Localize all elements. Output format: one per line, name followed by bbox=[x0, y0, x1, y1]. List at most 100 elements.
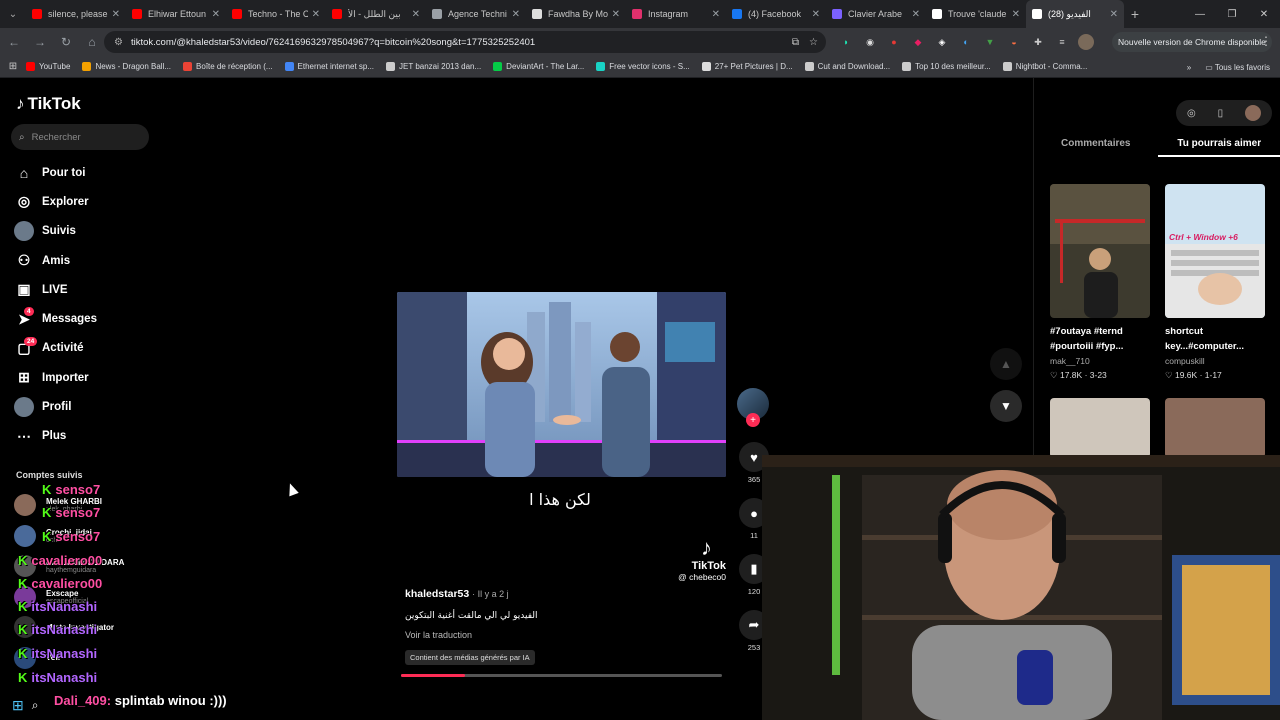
bookmark-star-icon[interactable]: ☆ bbox=[809, 37, 818, 48]
browser-tab[interactable]: Trouve 'claude ✕ bbox=[926, 0, 1026, 28]
follow-plus-icon[interactable]: + bbox=[746, 413, 760, 427]
tab-close-icon[interactable]: ✕ bbox=[612, 9, 620, 20]
bookmark-item[interactable]: YouTube bbox=[26, 62, 70, 71]
extension-icon[interactable]: ▼ bbox=[982, 34, 998, 50]
tab-close-icon[interactable]: ✕ bbox=[1012, 9, 1020, 20]
bookmark-item[interactable]: Boîte de réception (... bbox=[183, 62, 273, 71]
browser-tab[interactable]: Elhiwar Ettoun ✕ bbox=[126, 0, 226, 28]
sidebar-item-explorer[interactable]: ◎ Explorer bbox=[14, 187, 154, 216]
video-progress-bar[interactable] bbox=[401, 674, 722, 677]
creator-avatar[interactable]: + bbox=[737, 388, 769, 427]
sidebar-item-messages[interactable]: ➤ 4 Messages bbox=[14, 304, 154, 333]
suggested-thumbnail[interactable]: Ctrl + Window +6 bbox=[1165, 184, 1265, 318]
tab-close-icon[interactable]: ✕ bbox=[912, 9, 920, 20]
apps-grid-icon[interactable]: ⊞ bbox=[0, 61, 26, 72]
sidebar-item-importer[interactable]: ⊞ Importer bbox=[14, 363, 154, 392]
sidebar-item-suivis[interactable]: Suivis bbox=[14, 217, 154, 246]
search-input[interactable]: ⌕ Rechercher bbox=[11, 124, 149, 150]
video-player[interactable] bbox=[397, 292, 726, 477]
tab-close-icon[interactable]: ✕ bbox=[212, 9, 220, 20]
suggested-video[interactable]: Ctrl + Window +6 shortcut key...#compute… bbox=[1165, 184, 1265, 382]
media-icon[interactable]: ≡ bbox=[1054, 34, 1070, 50]
suggested-thumbnail[interactable] bbox=[1050, 398, 1150, 458]
video-author[interactable]: khaledstar53 · Il y a 2 j bbox=[405, 588, 509, 600]
browser-tab[interactable]: Agence Techni ✕ bbox=[426, 0, 526, 28]
extension-icon[interactable]: ● bbox=[886, 34, 902, 50]
next-video-button[interactable]: ▼ bbox=[990, 390, 1022, 422]
chrome-update-button[interactable]: Nouvelle version de Chrome disponible bbox=[1112, 32, 1272, 52]
browser-tab[interactable]: silence, please ✕ bbox=[26, 0, 126, 28]
menu-kebab-icon[interactable]: ⋮ bbox=[1260, 34, 1272, 48]
reload-icon[interactable]: ↻ bbox=[54, 30, 78, 54]
extension-icon[interactable]: ◒ bbox=[1006, 34, 1022, 50]
home-icon[interactable]: ⌂ bbox=[80, 30, 104, 54]
tab-comments[interactable]: Commentaires bbox=[1034, 136, 1158, 157]
browser-tab[interactable]: (28) الفيديو ✕ bbox=[1026, 0, 1124, 28]
browser-tab[interactable]: Fawdha By Mo ✕ bbox=[526, 0, 626, 28]
tab-close-icon[interactable]: ✕ bbox=[812, 9, 820, 20]
bookmark-item[interactable]: Free vector icons - S... bbox=[596, 62, 690, 71]
tiktok-logo[interactable]: ♪ TikTok bbox=[16, 94, 81, 114]
bookmark-item[interactable]: DeviantArt - The Lar... bbox=[493, 62, 584, 71]
bookmark-item[interactable]: Top 10 des meilleur... bbox=[902, 62, 991, 71]
tab-close-icon[interactable]: ✕ bbox=[412, 9, 420, 20]
tab-search-icon[interactable]: ⌄ bbox=[0, 0, 26, 28]
suggested-author[interactable]: mak__710 bbox=[1050, 354, 1150, 368]
bookmark-item[interactable]: Cut and Download... bbox=[804, 62, 890, 71]
taskbar-search-icon[interactable]: ⌕ bbox=[32, 698, 39, 713]
browser-tab[interactable]: Techno - The C ✕ bbox=[226, 0, 326, 28]
browser-tab[interactable]: Instagram ✕ bbox=[626, 0, 726, 28]
sidebar-item-live[interactable]: ▣ LIVE bbox=[14, 275, 154, 304]
tab-close-icon[interactable]: ✕ bbox=[312, 9, 320, 20]
bookmark-item[interactable]: Ethernet internet sp... bbox=[284, 62, 374, 71]
suggested-video[interactable]: #7outaya #ternd #pourtoiii #fyp... mak__… bbox=[1050, 184, 1150, 382]
bookmarks-overflow-icon[interactable]: » bbox=[1187, 63, 1191, 72]
all-bookmarks-button[interactable]: ▭ Tous les favoris bbox=[1205, 63, 1270, 72]
puzzle-icon[interactable]: ✚ bbox=[1030, 34, 1046, 50]
sidebar-item-plus[interactable]: ⋯ Plus bbox=[14, 422, 154, 451]
phone-icon[interactable]: ▯ bbox=[1218, 108, 1224, 119]
tab-suggested[interactable]: Tu pourrais aimer bbox=[1157, 136, 1280, 157]
tab-close-icon[interactable]: ✕ bbox=[512, 9, 520, 20]
windows-start-icon[interactable]: ⊞ bbox=[12, 697, 24, 714]
author-name[interactable]: khaledstar53 bbox=[405, 588, 469, 600]
close-window-icon[interactable]: ✕ bbox=[1248, 0, 1280, 28]
extension-icon[interactable]: ◐ bbox=[958, 34, 974, 50]
profile-avatar-icon[interactable] bbox=[1078, 34, 1094, 50]
compass-icon[interactable]: ◎ bbox=[1187, 108, 1196, 119]
forward-icon[interactable]: → bbox=[28, 30, 52, 54]
suggested-video[interactable] bbox=[1165, 398, 1265, 458]
user-avatar-icon[interactable] bbox=[1245, 105, 1262, 121]
bookmark-item[interactable]: News - Dragon Ball... bbox=[82, 62, 171, 71]
suggested-thumbnail[interactable] bbox=[1165, 398, 1265, 458]
tab-close-icon[interactable]: ✕ bbox=[1110, 9, 1118, 20]
install-app-icon[interactable]: ⧉ bbox=[792, 37, 799, 48]
bookmark-item[interactable]: JET banzai 2013 dan... bbox=[386, 62, 481, 71]
site-info-icon[interactable]: ⚙ bbox=[114, 37, 123, 48]
sidebar-item-profil[interactable]: Profil bbox=[14, 392, 154, 421]
sidebar-item-activit[interactable]: ▢ 24 Activité bbox=[14, 334, 154, 363]
browser-tab[interactable]: بين الطلل - الأ ✕ bbox=[326, 0, 426, 28]
sidebar-item-amis[interactable]: ⚇ Amis bbox=[14, 246, 154, 275]
address-bar[interactable]: ⚙ tiktok.com/@khaledstar53/video/7624169… bbox=[104, 31, 826, 53]
tab-close-icon[interactable]: ✕ bbox=[712, 9, 720, 20]
sidebar-item-pourtoi[interactable]: ⌂ Pour toi bbox=[14, 158, 154, 187]
extension-icon[interactable]: ◆ bbox=[910, 34, 926, 50]
back-icon[interactable]: ← bbox=[2, 30, 26, 54]
browser-tab[interactable]: (4) Facebook ✕ bbox=[726, 0, 826, 28]
see-translation-link[interactable]: Voir la traduction bbox=[405, 630, 472, 640]
camera-extension-icon[interactable]: ◉ bbox=[862, 34, 878, 50]
extension-icon[interactable]: ◈ bbox=[934, 34, 950, 50]
suggested-author[interactable]: compuskill bbox=[1165, 354, 1265, 368]
previous-video-button[interactable]: ▲ bbox=[990, 348, 1022, 380]
bookmark-item[interactable]: 27+ Pet Pictures | D... bbox=[701, 62, 793, 71]
new-tab-button[interactable]: + bbox=[1124, 0, 1146, 28]
restore-icon[interactable]: ❐ bbox=[1216, 0, 1248, 28]
tab-close-icon[interactable]: ✕ bbox=[112, 9, 120, 20]
suggested-video[interactable] bbox=[1050, 398, 1150, 458]
bookmark-item[interactable]: Nightbot - Comma... bbox=[1002, 62, 1087, 71]
suggested-thumbnail[interactable] bbox=[1050, 184, 1150, 318]
minimize-icon[interactable]: — bbox=[1184, 0, 1216, 28]
extension-icon[interactable]: ◗ bbox=[838, 34, 854, 50]
browser-tab[interactable]: Clavier Arabe ✕ bbox=[826, 0, 926, 28]
